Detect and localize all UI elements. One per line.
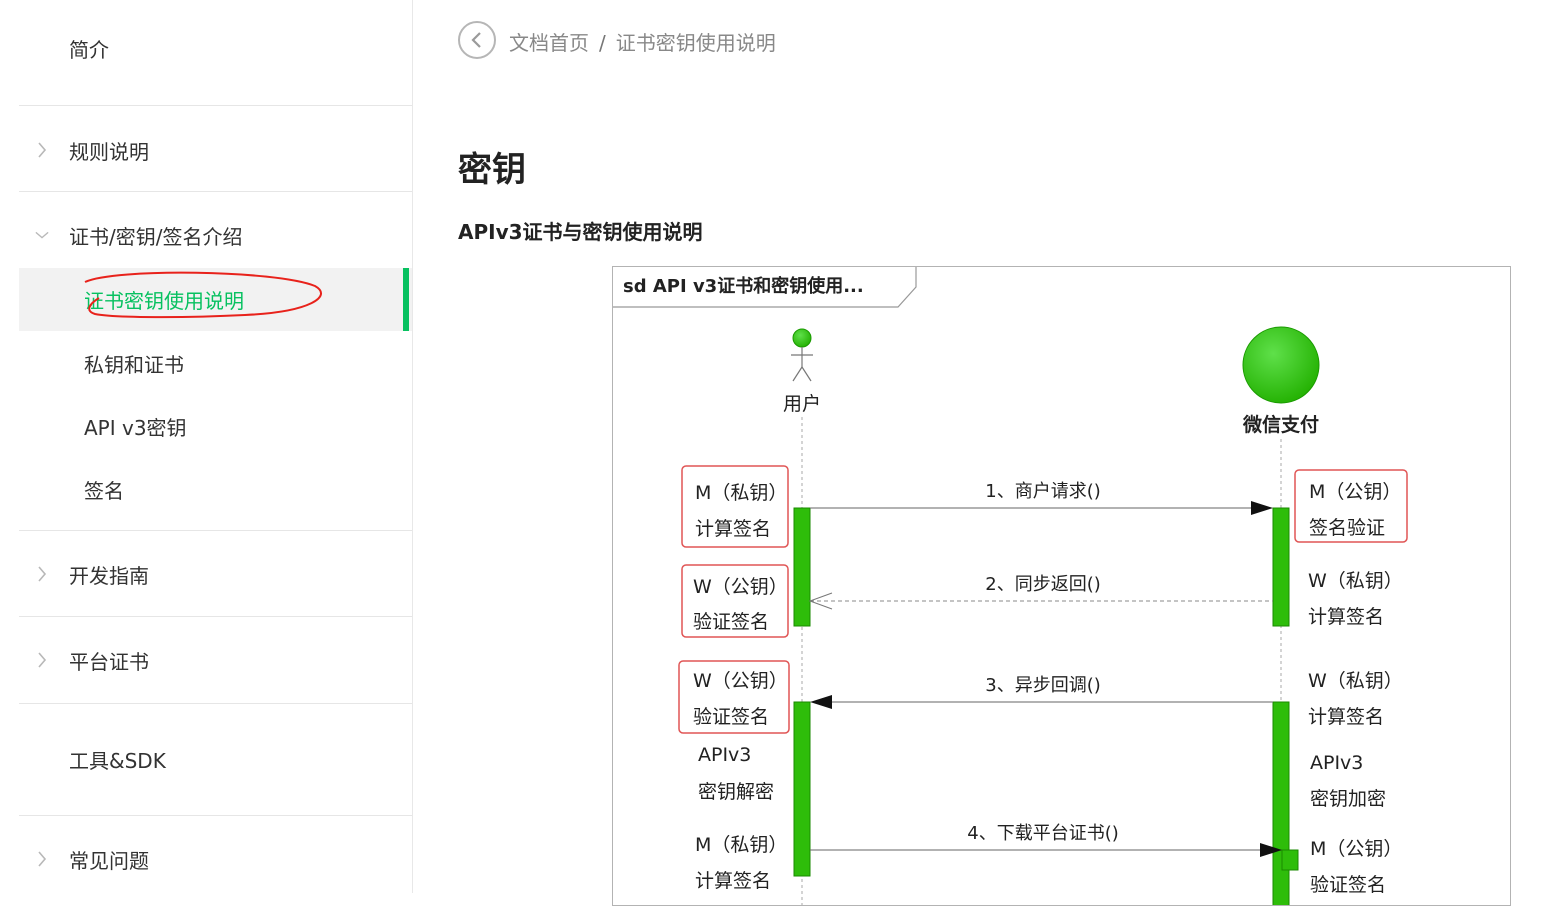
circle-entity-icon bbox=[1242, 326, 1320, 404]
activation-bar bbox=[1281, 849, 1299, 871]
sidebar-item-faq[interactable]: 常见问题 bbox=[19, 833, 412, 885]
chevron-right-icon bbox=[35, 652, 49, 668]
sidebar-item-cert-section[interactable]: 证书/密钥/签名介绍 bbox=[19, 209, 412, 261]
message-label: 1、商户请求() bbox=[985, 481, 1101, 502]
sidebar: 简介 规则说明 证书/密钥/签名介绍 证书密钥使用说明 私钥和证书 API v3… bbox=[0, 0, 413, 893]
annotation-circle bbox=[84, 271, 322, 319]
note-text: M（私钥） bbox=[695, 834, 787, 856]
divider bbox=[19, 703, 412, 704]
arrowhead bbox=[1251, 501, 1273, 515]
activation-bar bbox=[1272, 507, 1290, 627]
sidebar-item-intro[interactable]: 简介 bbox=[19, 22, 412, 74]
sidebar-item-rules[interactable]: 规则说明 bbox=[19, 124, 412, 176]
note-text: 验证签名 bbox=[693, 706, 769, 728]
sidebar-item-label: 简介 bbox=[69, 37, 109, 62]
divider bbox=[19, 105, 412, 106]
active-indicator bbox=[403, 268, 409, 331]
chevron-right-icon bbox=[35, 566, 49, 582]
breadcrumb-home-link[interactable]: 文档首页 bbox=[509, 31, 589, 55]
note-text: M（公钥） bbox=[1309, 481, 1401, 503]
activation-bar bbox=[1272, 701, 1290, 905]
sidebar-subitem-signature[interactable]: 签名 bbox=[19, 459, 412, 519]
note-text: 计算签名 bbox=[1308, 606, 1384, 628]
note-text: M（公钥） bbox=[1310, 838, 1402, 860]
sidebar-item-platform-cert[interactable]: 平台证书 bbox=[19, 634, 412, 686]
note-text: 签名验证 bbox=[1309, 517, 1385, 539]
chevron-down-icon bbox=[35, 228, 49, 242]
message-label: 3、异步回调() bbox=[985, 675, 1101, 696]
sidebar-item-tools[interactable]: 工具&SDK bbox=[19, 733, 412, 785]
activation-bar bbox=[793, 507, 811, 627]
message-label: 4、下载平台证书() bbox=[967, 823, 1119, 844]
note-text: 密钥解密 bbox=[698, 781, 774, 803]
sidebar-item-label: 私钥和证书 bbox=[84, 352, 184, 377]
note-text: 计算签名 bbox=[695, 870, 771, 892]
actor-user-label: 用户 bbox=[783, 393, 821, 415]
sidebar-item-label: 开发指南 bbox=[69, 563, 149, 588]
note-text: W（私钥） bbox=[1308, 670, 1403, 692]
note-text: 计算签名 bbox=[695, 518, 771, 540]
chevron-right-icon bbox=[35, 142, 49, 158]
note-text: M（私钥） bbox=[695, 482, 787, 504]
note-text: 验证签名 bbox=[693, 611, 769, 633]
note-text: 密钥加密 bbox=[1310, 788, 1386, 810]
frame-title: sd API v3证书和密钥使用... bbox=[623, 275, 864, 297]
back-button[interactable] bbox=[458, 21, 496, 59]
note-text: W（公钥） bbox=[693, 670, 788, 692]
sequence-diagram-svg: sd API v3证书和密钥使用... 用户 微信支付 1、商户请求() 2、同… bbox=[613, 267, 1408, 905]
actor-wechat-label: 微信支付 bbox=[1242, 413, 1319, 436]
note-text: 计算签名 bbox=[1308, 706, 1384, 728]
message-label: 2、同步返回() bbox=[985, 574, 1101, 595]
divider bbox=[19, 191, 412, 192]
sidebar-subitem-private-key-cert[interactable]: 私钥和证书 bbox=[19, 333, 412, 393]
sidebar-subitem-apiv3-key[interactable]: API v3密钥 bbox=[19, 396, 412, 456]
activation-bar bbox=[793, 701, 811, 877]
stick-figure-icon bbox=[791, 328, 813, 382]
sidebar-item-dev-guide[interactable]: 开发指南 bbox=[19, 548, 412, 600]
sequence-diagram: sd API v3证书和密钥使用... 用户 微信支付 1、商户请求() 2、同… bbox=[612, 266, 1511, 906]
sidebar-item-label: 常见问题 bbox=[69, 848, 149, 873]
chevron-left-icon bbox=[471, 32, 481, 48]
sidebar-item-label: 工具&SDK bbox=[69, 748, 166, 773]
arrowhead bbox=[810, 695, 832, 709]
note-text: APIv3 bbox=[1310, 752, 1363, 774]
sidebar-item-label: 规则说明 bbox=[69, 139, 149, 164]
section-title: APIv3证书与密钥使用说明 bbox=[458, 220, 703, 244]
divider bbox=[19, 815, 412, 816]
breadcrumb: 文档首页 / 证书密钥使用说明 bbox=[509, 27, 776, 56]
note-text: W（私钥） bbox=[1308, 570, 1403, 592]
note-text: W（公钥） bbox=[693, 576, 788, 598]
sidebar-item-label: API v3密钥 bbox=[84, 415, 187, 440]
divider bbox=[19, 616, 412, 617]
sidebar-item-label: 平台证书 bbox=[69, 649, 149, 674]
breadcrumb-separator: / bbox=[599, 31, 606, 55]
chevron-right-icon bbox=[35, 851, 49, 867]
sidebar-item-label: 证书/密钥/签名介绍 bbox=[69, 224, 243, 249]
page-title: 密钥 bbox=[458, 150, 526, 190]
sidebar-item-label: 签名 bbox=[84, 478, 124, 503]
breadcrumb-current: 证书密钥使用说明 bbox=[615, 31, 776, 55]
divider bbox=[19, 530, 412, 531]
note-text: APIv3 bbox=[698, 744, 751, 766]
